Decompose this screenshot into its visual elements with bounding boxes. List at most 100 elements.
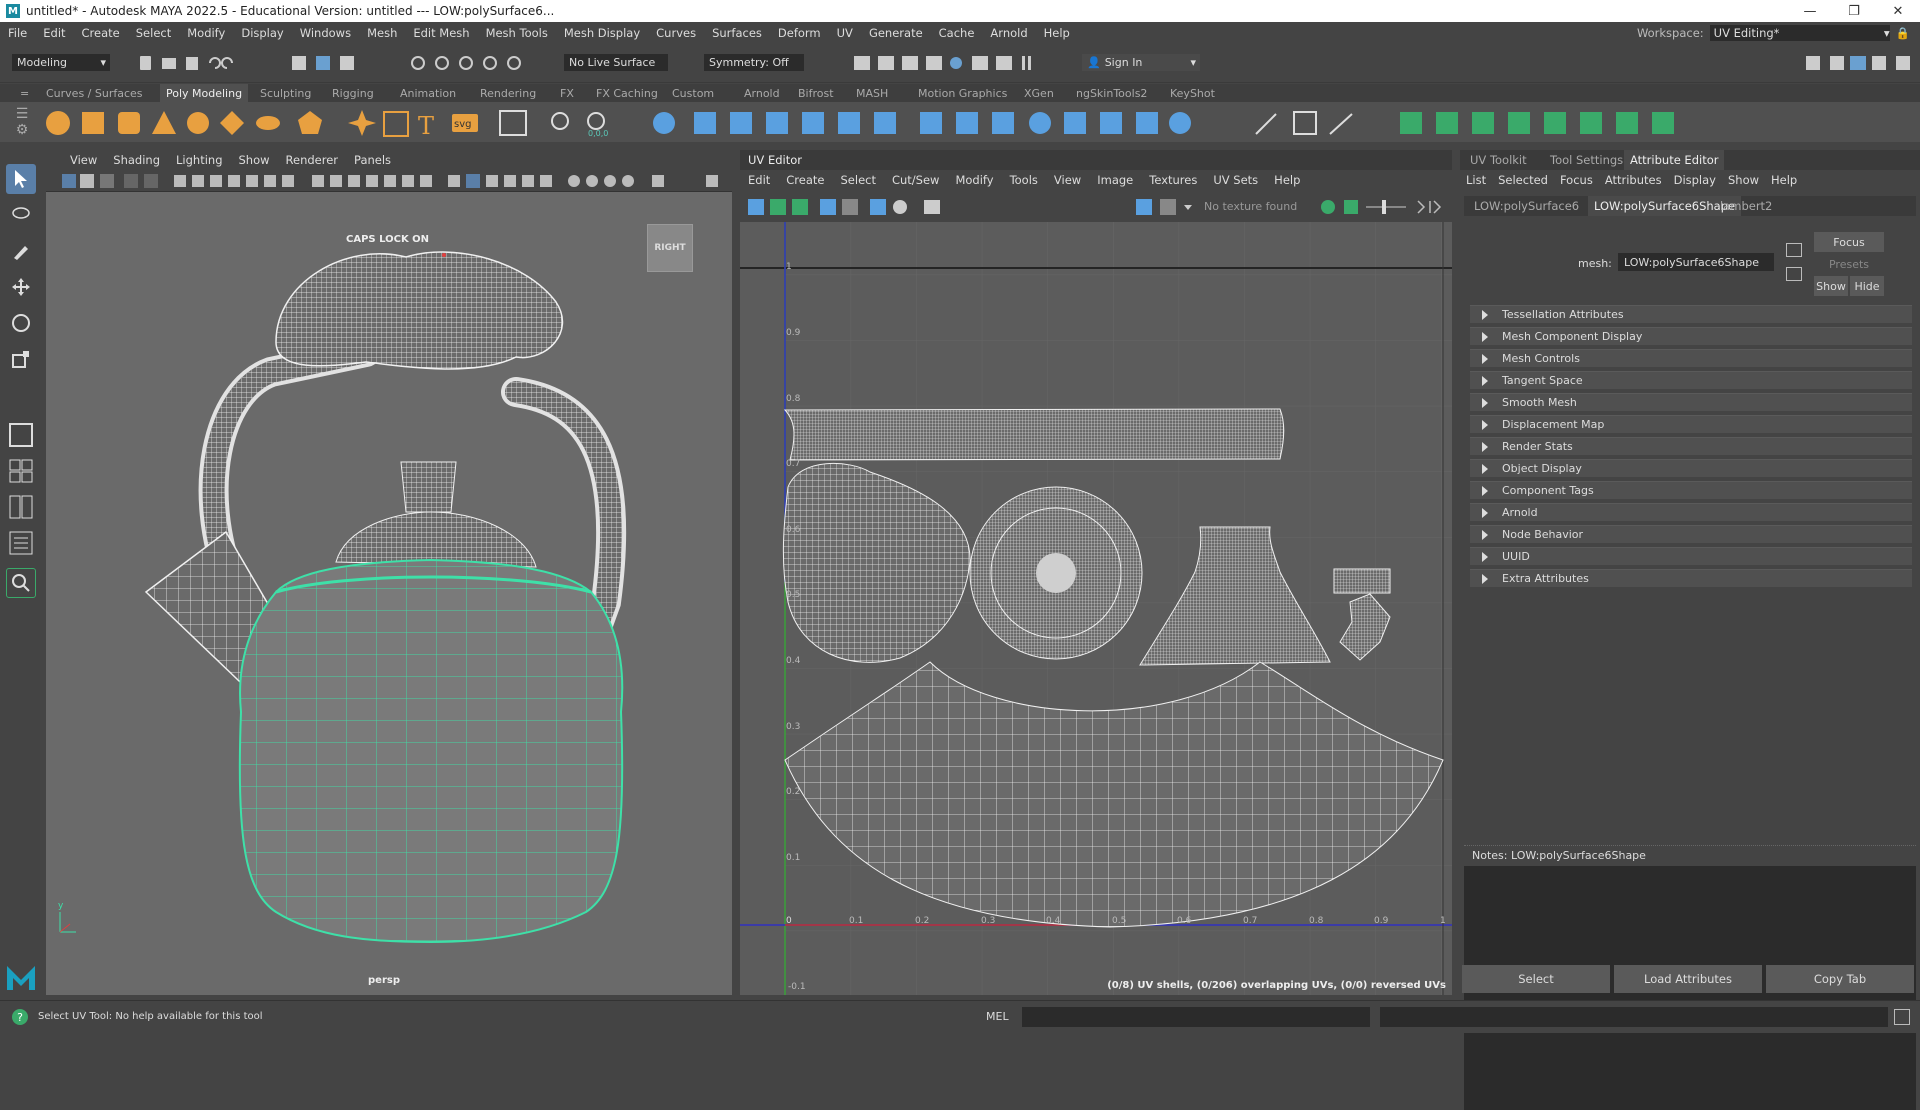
expand-arrow-icon[interactable] [1482,441,1488,452]
shelf-tab-fx[interactable]: FX [554,84,580,102]
menu-deform[interactable]: Deform [770,26,829,40]
menu-create[interactable]: Create [74,26,128,40]
expand-arrow-icon[interactable] [1482,463,1488,474]
render-toolbar-icons[interactable] [850,53,1070,73]
shelf-tab-custom[interactable]: Custom [666,84,720,102]
uv-canvas[interactable]: 1 0.9 0.8 0.7 0.6 0.5 0.4 0.3 0.2 0.1 -0… [740,222,1452,995]
status-toolbar-icons[interactable] [134,53,544,73]
ae-menu-selected[interactable]: Selected [1492,173,1554,187]
viewport-menu-lighting[interactable]: Lighting [168,153,230,167]
section-tangent-space[interactable]: Tangent Space [1470,371,1912,389]
input-connection-icon[interactable] [1786,243,1802,257]
uv-menu-view[interactable]: View [1046,173,1089,187]
menu-edit[interactable]: Edit [35,26,73,40]
viewport-menu-view[interactable]: View [62,153,105,167]
script-language-label[interactable]: MEL [986,1010,1009,1023]
command-input[interactable] [1022,1007,1370,1027]
section-mesh-controls[interactable]: Mesh Controls [1470,349,1912,367]
expand-arrow-icon[interactable] [1482,353,1488,364]
menu-help[interactable]: Help [1036,26,1078,40]
viewport-toolbar-icons[interactable] [46,170,732,192]
shelf-tab-animation[interactable]: Animation [394,84,462,102]
select-button[interactable]: Select [1462,965,1610,993]
shelf-tab-fx-caching[interactable]: FX Caching [590,84,664,102]
tab-attribute-editor[interactable]: Attribute Editor [1624,150,1725,170]
uv-menu-image[interactable]: Image [1089,173,1141,187]
uv-menu-tools[interactable]: Tools [1002,173,1046,187]
presets-button[interactable]: Presets [1814,255,1884,273]
expand-arrow-icon[interactable] [1482,419,1488,430]
section-extra-attributes[interactable]: Extra Attributes [1470,569,1912,587]
uv-menu-create[interactable]: Create [778,173,832,187]
shelf-tab-ngskintools2[interactable]: ngSkinTools2 [1070,84,1153,102]
ae-menu-list[interactable]: List [1460,173,1492,187]
viewport-menu-shading[interactable]: Shading [105,153,168,167]
select-tool-icon[interactable] [6,164,36,194]
section-render-stats[interactable]: Render Stats [1470,437,1912,455]
section-arnold[interactable]: Arnold [1470,503,1912,521]
expand-arrow-icon[interactable] [1482,375,1488,386]
menu-uv[interactable]: UV [829,26,861,40]
viewport-menu-show[interactable]: Show [231,153,278,167]
menu-select[interactable]: Select [128,26,179,40]
two-pane-layout-icon[interactable] [6,492,36,522]
view-cube[interactable]: RIGHT [647,224,693,272]
node-tab-lambert2[interactable]: lambert2 [1714,196,1778,216]
expand-arrow-icon[interactable] [1482,309,1488,320]
shelf-tab-bifrost[interactable]: Bifrost [792,84,840,102]
show-button[interactable]: Show [1814,276,1848,296]
menu-surfaces[interactable]: Surfaces [704,26,770,40]
shelf-tab-xgen[interactable]: XGen [1018,84,1060,102]
menu-generate[interactable]: Generate [861,26,931,40]
shelf-tab-motion-graphics[interactable]: Motion Graphics [912,84,1013,102]
uv-layout[interactable] [740,222,1452,995]
paint-select-tool-icon[interactable] [6,236,36,266]
uv-menu-textures[interactable]: Textures [1141,173,1205,187]
ae-menu-help[interactable]: Help [1765,173,1803,187]
shelf-tab-rendering[interactable]: Rendering [474,84,542,102]
ae-menu-focus[interactable]: Focus [1554,173,1599,187]
script-editor-icon[interactable] [1894,1009,1910,1025]
shelf-tab-keyshot[interactable]: KeyShot [1164,84,1221,102]
menu-mesh-tools[interactable]: Mesh Tools [478,26,556,40]
poly-modeling-shelf-icons[interactable]: T svg 0,0,0 [40,106,1920,140]
copy-tab-button[interactable]: Copy Tab [1766,965,1914,993]
ae-menu-attributes[interactable]: Attributes [1599,173,1668,187]
shelf-tab-poly-modeling[interactable]: Poly Modeling [160,84,249,102]
uv-menu-uv-sets[interactable]: UV Sets [1205,173,1266,187]
expand-arrow-icon[interactable] [1482,573,1488,584]
ae-menu-display[interactable]: Display [1668,173,1722,187]
menu-edit-mesh[interactable]: Edit Mesh [405,26,477,40]
uv-menu-help[interactable]: Help [1266,173,1308,187]
menu-curves[interactable]: Curves [648,26,704,40]
section-object-display[interactable]: Object Display [1470,459,1912,477]
sign-in-button[interactable]: 👤 Sign In ▾ [1082,54,1200,71]
ae-menu-show[interactable]: Show [1722,173,1765,187]
shelf-tab-sculpting[interactable]: Sculpting [254,84,317,102]
tab-uv-toolkit[interactable]: UV Toolkit [1464,150,1533,170]
load-attributes-button[interactable]: Load Attributes [1614,965,1762,993]
menu-mesh[interactable]: Mesh [359,26,405,40]
mode-dropdown[interactable]: Modeling ▾ [12,54,110,71]
live-surface-field[interactable]: No Live Surface [564,54,668,71]
uv-menu-cut-sew[interactable]: Cut/Sew [884,173,947,187]
shelf-tab-rigging[interactable]: Rigging [326,84,380,102]
viewport-menu-panels[interactable]: Panels [346,153,399,167]
exposure-slider[interactable] [1318,197,1452,217]
expand-arrow-icon[interactable] [1482,331,1488,342]
scale-tool-icon[interactable] [6,344,36,374]
menu-mesh-display[interactable]: Mesh Display [556,26,648,40]
uv-menu-modify[interactable]: Modify [947,173,1001,187]
single-pane-layout-icon[interactable] [6,420,36,450]
section-uuid[interactable]: UUID [1470,547,1912,565]
viewport-menu-renderer[interactable]: Renderer [278,153,347,167]
move-tool-icon[interactable] [6,272,36,302]
rotate-tool-icon[interactable] [6,308,36,338]
menu-windows[interactable]: Windows [292,26,359,40]
section-tessellation-attributes[interactable]: Tessellation Attributes [1470,305,1912,323]
menu-arnold[interactable]: Arnold [982,26,1035,40]
menu-cache[interactable]: Cache [931,26,983,40]
symmetry-dropdown[interactable]: Symmetry: Off [704,54,804,71]
zoom-search-icon[interactable] [6,568,36,598]
section-node-behavior[interactable]: Node Behavior [1470,525,1912,543]
